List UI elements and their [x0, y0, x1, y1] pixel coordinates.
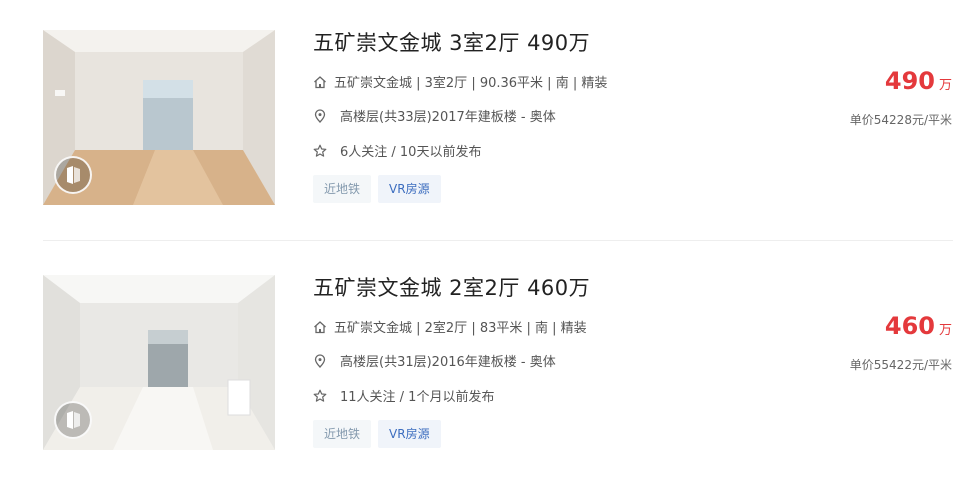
listing-title[interactable]: 五矿崇文金城 2室2厅 460万 [313, 272, 590, 302]
tag-list: 近地铁 VR房源 [313, 175, 448, 203]
follow-info: 11人关注 / 1个月以前发布 [313, 386, 494, 405]
listing-divider [43, 240, 953, 241]
location-pin-icon [313, 108, 327, 123]
follow-info-text: 6人关注 / 10天以前发布 [340, 145, 482, 160]
listing-card[interactable]: 五矿崇文金城 3室2厅 490万 五矿崇文金城 | 3室2厅 | 90.36平米… [0, 30, 978, 210]
total-price: 460 万 [885, 312, 952, 340]
tag-vr-listing: VR房源 [378, 420, 441, 448]
total-price-unit: 万 [938, 323, 952, 338]
tag-list: 近地铁 VR房源 [313, 420, 448, 448]
house-info-text: 五矿崇文金城 | 2室2厅 | 83平米 | 南 | 精装 [334, 321, 587, 336]
position-info-text: 高楼层(共31层)2016年建板楼 - 奥体 [340, 355, 556, 370]
position-info-text: 高楼层(共33层)2017年建板楼 - 奥体 [340, 110, 556, 125]
listing-card[interactable]: 五矿崇文金城 2室2厅 460万 五矿崇文金城 | 2室2厅 | 83平米 | … [0, 275, 978, 455]
house-info: 五矿崇文金城 | 2室2厅 | 83平米 | 南 | 精装 [313, 317, 587, 336]
tag-vr-listing: VR房源 [378, 175, 441, 203]
listing-photo[interactable] [43, 275, 275, 450]
star-icon[interactable] [313, 389, 327, 403]
star-icon[interactable] [313, 144, 327, 158]
vr-badge-icon [54, 156, 92, 194]
unit-price: 单价54228元/平米 [849, 113, 952, 127]
total-price-unit: 万 [938, 78, 952, 93]
vr-badge-icon [54, 401, 92, 439]
position-info: 高楼层(共33层)2017年建板楼 - 奥体 [313, 106, 556, 125]
total-price: 490 万 [885, 67, 952, 95]
follow-info: 6人关注 / 10天以前发布 [313, 141, 481, 160]
total-price-value: 460 [884, 312, 935, 340]
total-price-value: 490 [884, 67, 935, 95]
position-info: 高楼层(共31层)2016年建板楼 - 奥体 [313, 351, 556, 370]
tag-near-subway: 近地铁 [313, 420, 372, 448]
tag-near-subway: 近地铁 [313, 175, 372, 203]
unit-price: 单价55422元/平米 [849, 358, 952, 372]
house-info-text: 五矿崇文金城 | 3室2厅 | 90.36平米 | 南 | 精装 [334, 76, 608, 91]
house-info: 五矿崇文金城 | 3室2厅 | 90.36平米 | 南 | 精装 [313, 72, 607, 91]
follow-info-text: 11人关注 / 1个月以前发布 [340, 390, 495, 405]
location-pin-icon [313, 353, 327, 368]
listing-title[interactable]: 五矿崇文金城 3室2厅 490万 [313, 27, 590, 57]
listing-photo[interactable] [43, 30, 275, 205]
house-icon [313, 75, 327, 89]
house-icon [313, 320, 327, 334]
